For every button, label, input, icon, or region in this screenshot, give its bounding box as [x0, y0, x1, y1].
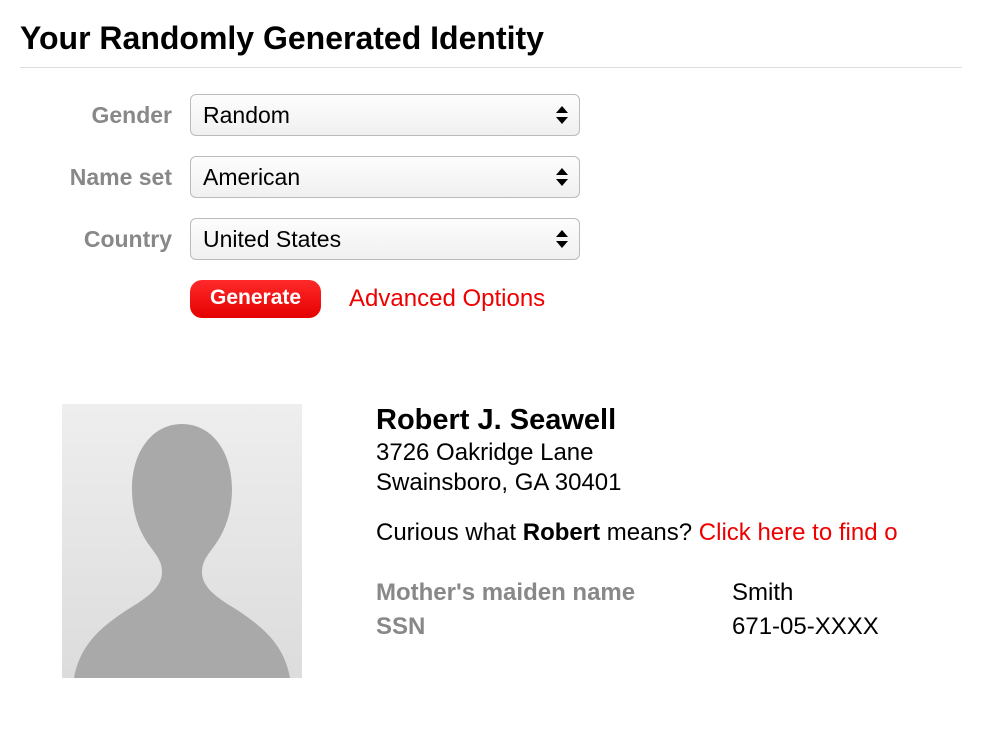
- name-meaning-link[interactable]: Click here to find o: [699, 519, 898, 546]
- address-line-1: 3726 Oakridge Lane: [376, 439, 898, 467]
- form-row-country: Country United States: [20, 218, 962, 260]
- avatar: [62, 404, 302, 678]
- address-line-2: Swainsboro, GA 30401: [376, 469, 898, 497]
- advanced-options-link[interactable]: Advanced Options: [349, 285, 545, 313]
- form-row-nameset: Name set American: [20, 156, 962, 198]
- country-label: Country: [20, 226, 190, 253]
- person-name: Robert J. Seawell: [376, 404, 898, 437]
- gender-select-wrap: Random: [190, 94, 580, 136]
- nameset-select-wrap: American: [190, 156, 580, 198]
- identity-form: Gender Random Name set American Country …: [20, 94, 962, 318]
- meta-row-maiden: Mother's maiden name Smith: [376, 579, 898, 607]
- name-meaning-prompt: Curious what Robert means? Click here to…: [376, 519, 898, 547]
- person-silhouette-icon: [62, 404, 302, 678]
- form-row-gender: Gender Random: [20, 94, 962, 136]
- identity-details: Robert J. Seawell 3726 Oakridge Lane Swa…: [376, 404, 898, 678]
- curious-prefix: Curious what: [376, 519, 523, 546]
- gender-label: Gender: [20, 102, 190, 129]
- identity-meta: Mother's maiden name Smith SSN 671-05-XX…: [376, 579, 898, 641]
- page-title: Your Randomly Generated Identity: [20, 20, 962, 68]
- meta-value-ssn: 671-05-XXXX: [732, 613, 879, 641]
- nameset-select[interactable]: American: [190, 156, 580, 198]
- country-select[interactable]: United States: [190, 218, 580, 260]
- curious-suffix: means?: [600, 519, 699, 546]
- curious-name: Robert: [523, 519, 600, 546]
- meta-label-maiden: Mother's maiden name: [376, 579, 732, 607]
- identity-section: Robert J. Seawell 3726 Oakridge Lane Swa…: [20, 404, 962, 678]
- country-select-wrap: United States: [190, 218, 580, 260]
- form-actions: Generate Advanced Options: [20, 280, 962, 318]
- meta-row-ssn: SSN 671-05-XXXX: [376, 613, 898, 641]
- generate-button[interactable]: Generate: [190, 280, 321, 318]
- gender-select[interactable]: Random: [190, 94, 580, 136]
- meta-value-maiden: Smith: [732, 579, 793, 607]
- meta-label-ssn: SSN: [376, 613, 732, 641]
- nameset-label: Name set: [20, 164, 190, 191]
